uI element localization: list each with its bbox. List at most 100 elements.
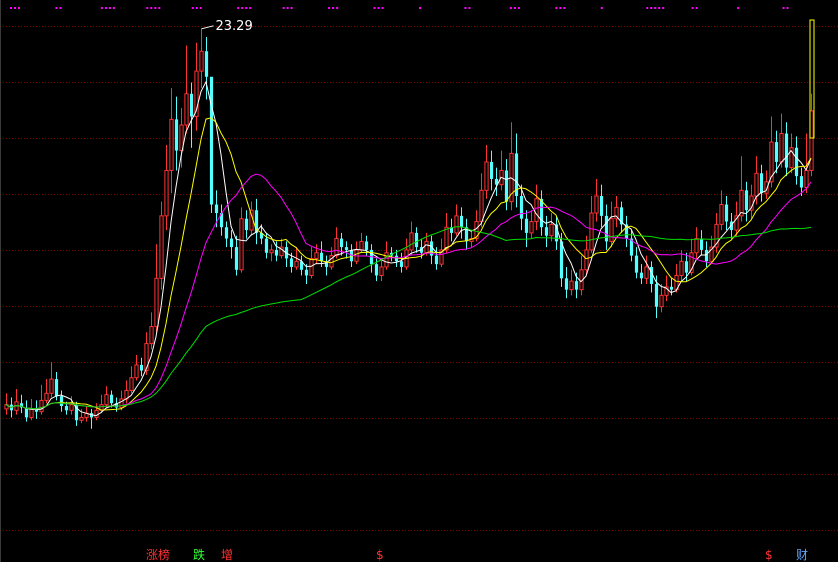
candle-body-down [264,238,269,253]
candle-body-down [214,204,219,214]
top-marker-dot [563,7,566,9]
candle-body-down [344,247,349,250]
candle-body-up [49,378,54,394]
candle-body-down [794,147,799,177]
candle-body-up [184,93,189,126]
candle-body-up [594,195,599,214]
candle-body-up [29,408,34,418]
candle-body-up [779,133,784,163]
top-marker-dot [290,7,293,9]
candle-body-up [384,252,389,268]
top-marker-dot [146,7,149,9]
candle-body-down [139,364,144,371]
top-marker-dot [509,7,512,9]
candle-body-down [204,51,209,77]
top-marker-dot [658,7,661,9]
candle-body-down [799,176,804,188]
candle-body-down [339,238,344,248]
chart-background [0,0,838,562]
candle-body-up [44,392,49,401]
candle-body-up [149,326,154,345]
candle-body-up [804,169,809,188]
bottom-badge: 增 [221,548,233,562]
top-marker-dot [336,7,339,9]
top-marker-dot [381,7,384,9]
candle-body-up [199,50,204,72]
candle-body-up [424,240,429,254]
top-marker-dot [373,7,376,9]
candle-body-up [104,394,109,406]
top-marker-dot [18,7,20,9]
candle-body-up [739,189,744,217]
candlestick-chart: 23.29 涨榜 跌 增 $ $ 财 [0,0,838,562]
candle-body-up [159,215,164,279]
candle-body-down [434,255,439,265]
candle-body-down [744,190,749,211]
candle-body-up [239,218,244,271]
top-marker-dot [108,7,111,9]
candle-body-up [39,399,44,413]
top-marker-dot [14,7,16,9]
candle-body-down [109,394,114,404]
candle-body-up [644,266,649,279]
top-marker-dot [559,7,562,9]
top-marker-dot [100,7,103,9]
candle-body-down [364,241,369,250]
bottom-badge: 跌 [193,547,205,562]
candle-body-up [584,249,589,271]
candle-body-down [459,215,464,228]
candle-body-down [54,379,59,397]
top-marker-dot [245,7,248,9]
candle-body-up [134,364,139,379]
top-marker-dot [650,7,653,9]
top-marker-dot [59,7,62,9]
candle-body-up [359,240,364,251]
candle-body-up [534,198,539,223]
candle-body-up [409,232,414,251]
candle-body-down [229,238,234,248]
candle-body-down [519,196,524,219]
top-marker-dot [158,7,161,9]
top-marker-dot [737,7,740,9]
candle-body-up [484,161,489,191]
candle-body-up [129,377,134,391]
candle-body-down [544,227,549,236]
bottom-badge: 涨榜 [146,547,170,562]
candle-body-down [209,76,214,205]
candle-body-down [244,218,249,231]
candle-body-up [589,212,594,251]
top-marker-dot [555,7,558,9]
top-marker-dot [195,7,198,9]
candle-body-up [379,266,384,276]
top-marker-dot [782,7,785,9]
candle-body-down [654,284,659,307]
bottom-badge: $ [376,548,384,562]
top-marker-dot [199,7,202,9]
candle-body-down [174,119,179,151]
candle-body-down [64,406,69,411]
candle-body-down [189,93,194,117]
candle-body-up [529,221,534,234]
candle-body-down [304,269,309,276]
candle-body-up [679,260,684,276]
top-marker-dot [377,7,380,9]
top-marker-dot [241,7,244,9]
top-marker-dot [104,7,107,9]
candle-body-down [504,170,509,202]
candle-body-down [539,198,544,228]
top-marker-dot [517,7,520,9]
candle-body-down [669,286,674,290]
candle-body-down [59,396,64,407]
candle-body-up [314,252,319,259]
candle-body-up [294,260,299,268]
top-marker-dot [691,7,694,9]
candle-body-down [574,281,579,290]
top-marker-dot [654,7,657,9]
candle-body-up [549,223,554,237]
top-marker-dot [237,7,240,9]
top-marker-dot [112,7,115,9]
top-marker-dot [332,7,335,9]
candle-body-up [269,249,274,254]
top-marker-dot [154,7,157,9]
candle-body-up [94,409,99,418]
